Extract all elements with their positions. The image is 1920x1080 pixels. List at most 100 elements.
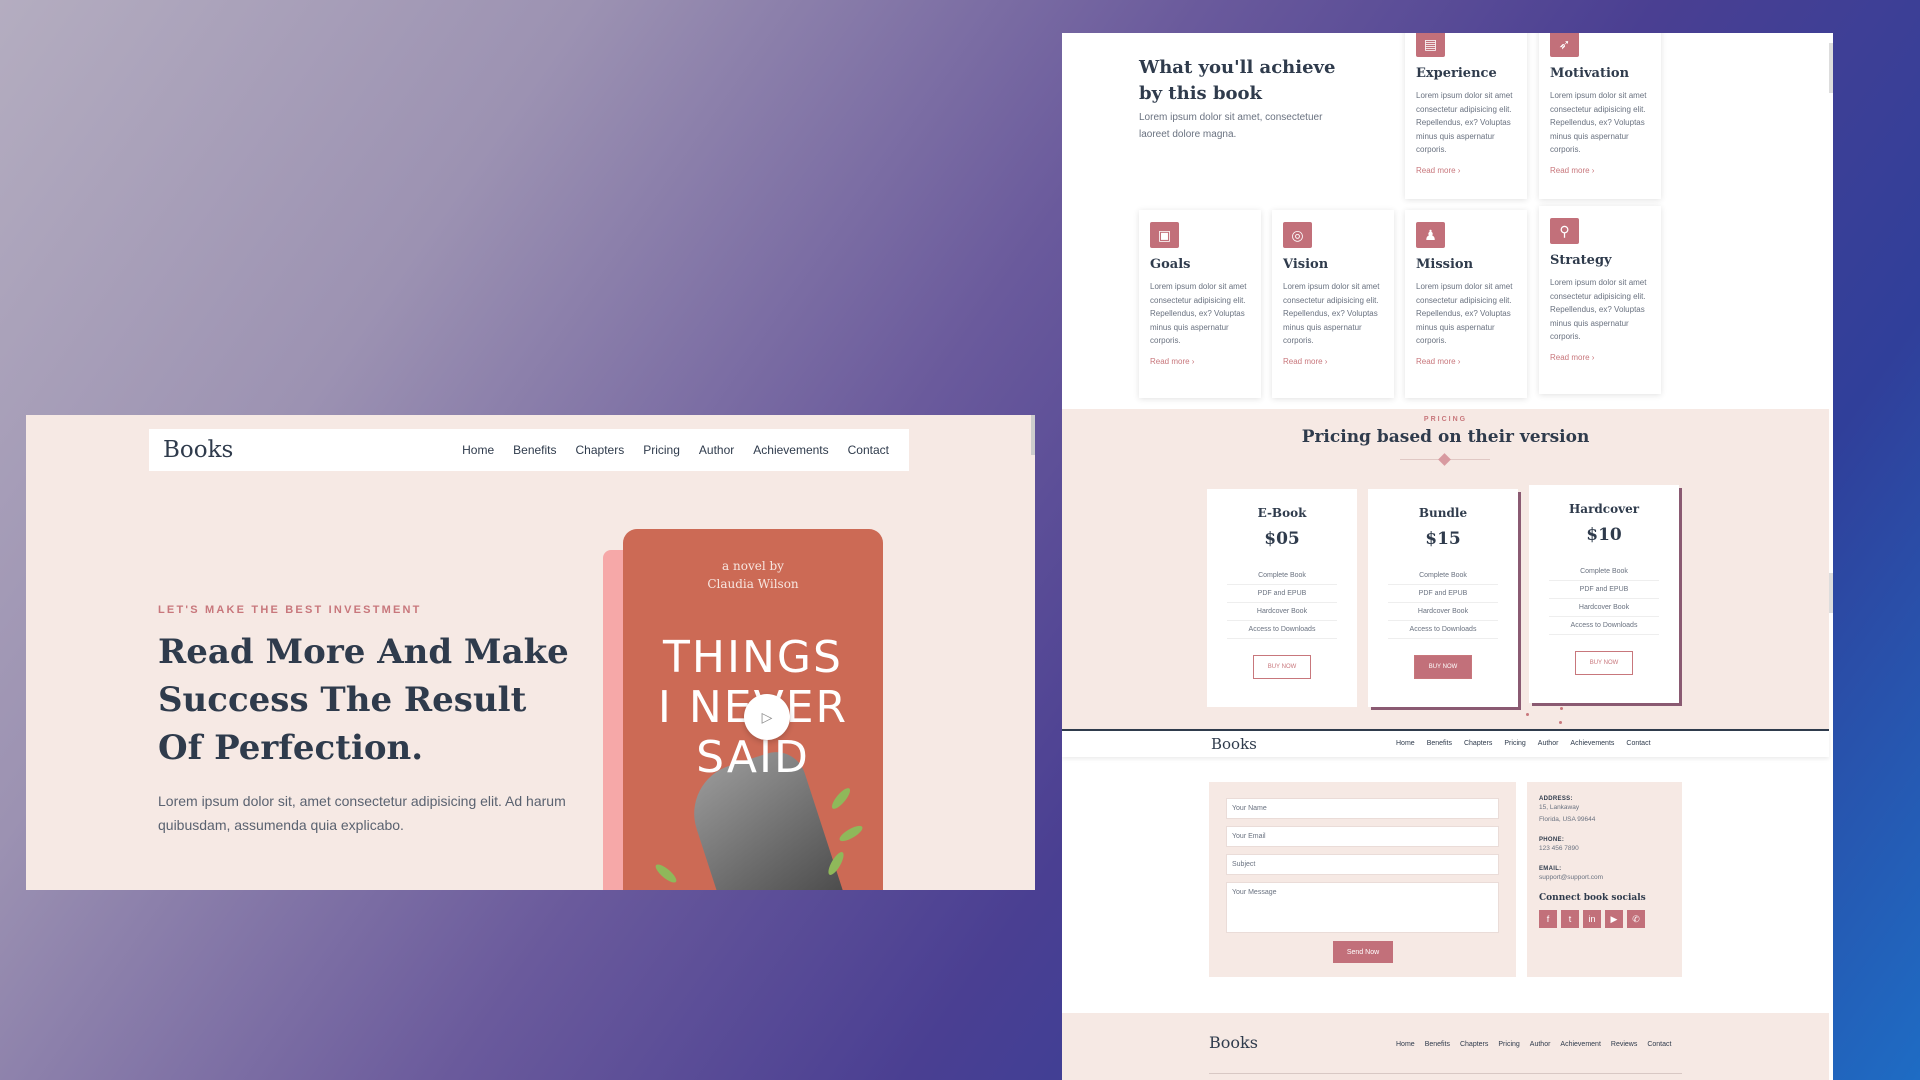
footer-link[interactable]: Benefits [1425, 1041, 1450, 1048]
feature-list: Complete Book PDF and EPUB Hardcover Boo… [1549, 563, 1659, 635]
leaf-illustration [829, 785, 853, 812]
nav-chapters[interactable]: Chapters [1464, 740, 1492, 747]
plan-ebook: E-Book $05 Complete Book PDF and EPUB Ha… [1207, 489, 1357, 707]
whatsapp-icon[interactable]: ✆ [1627, 910, 1645, 928]
feature-item: Hardcover Book [1549, 599, 1659, 617]
nav-achievements[interactable]: Achievements [753, 443, 828, 457]
address-line: Florida, USA 99644 [1539, 816, 1596, 823]
buy-now-button[interactable]: BUY NOW [1253, 655, 1311, 679]
card-title: Mission [1416, 257, 1474, 272]
feature-item: Complete Book [1549, 563, 1659, 581]
card-text: Lorem ipsum dolor sit amet consectetur a… [1416, 282, 1513, 345]
read-more-link[interactable]: Read more › [1550, 353, 1650, 362]
play-button[interactable]: ▷ [744, 694, 790, 740]
card-text: Lorem ipsum dolor sit amet consectetur a… [1150, 282, 1247, 345]
nav-pricing[interactable]: Pricing [1504, 740, 1525, 747]
feature-item: PDF and EPUB [1388, 585, 1498, 603]
feature-item: Access to Downloads [1388, 621, 1498, 639]
play-icon: ▷ [761, 708, 773, 725]
card-goals: ▣ Goals Lorem ipsum dolor sit amet conse… [1139, 210, 1261, 398]
linkedin-icon[interactable]: in [1583, 910, 1601, 928]
feature-item: Complete Book [1388, 567, 1498, 585]
card-title: Strategy [1550, 253, 1612, 268]
name-field[interactable]: Your Name [1226, 798, 1499, 819]
email-field[interactable]: Your Email [1226, 826, 1499, 847]
card-text: Lorem ipsum dolor sit amet consectetur a… [1550, 91, 1647, 154]
card-text: Lorem ipsum dolor sit amet consectetur a… [1283, 282, 1380, 345]
main-menu: Home Benefits Chapters Pricing Author Ac… [1396, 740, 1651, 747]
send-now-button[interactable]: Send Now [1333, 941, 1393, 963]
nav-contact[interactable]: Contact [1626, 740, 1650, 747]
nav-pricing[interactable]: Pricing [643, 443, 680, 457]
feature-item: Hardcover Book [1388, 603, 1498, 621]
footer-link[interactable]: Pricing [1498, 1041, 1519, 1048]
leaf-illustration [837, 823, 865, 844]
address-line: 15, Lankaway [1539, 804, 1580, 811]
facebook-icon[interactable]: f [1539, 910, 1557, 928]
plan-name: Hardcover [1568, 502, 1640, 516]
card-title: Goals [1150, 257, 1191, 272]
carousel-dot[interactable] [1526, 713, 1529, 716]
feature-list: Complete Book PDF and EPUB Hardcover Boo… [1227, 567, 1337, 639]
divider-ornament [1438, 453, 1451, 466]
message-field[interactable]: Your Message [1226, 882, 1499, 933]
contact-info: ADDRESS: 15, Lankaway Florida, USA 99644… [1527, 782, 1682, 977]
nav-chapters[interactable]: Chapters [576, 443, 625, 457]
scrollbar[interactable] [1829, 573, 1833, 613]
twitter-icon[interactable]: t [1561, 910, 1579, 928]
scrollbar[interactable] [1031, 415, 1035, 455]
book-title-line: THINGS [663, 632, 843, 683]
contact-form: Your Name Your Email Subject Your Messag… [1209, 782, 1516, 977]
hero-headline: Read More And Make Success The Result Of… [158, 632, 569, 768]
page-preview-panel: What you'll achieve by this book Lorem i… [1062, 33, 1833, 1080]
pricing-title: Pricing based on their version [1301, 427, 1590, 447]
footer-link[interactable]: Chapters [1460, 1041, 1488, 1048]
nav-contact[interactable]: Contact [848, 443, 889, 457]
brand-logo[interactable]: Books [1211, 735, 1257, 753]
nav-benefits[interactable]: Benefits [1427, 740, 1452, 747]
brand-logo[interactable]: Books [163, 437, 233, 463]
card-title: Vision [1283, 257, 1329, 272]
read-more-link[interactable]: Read more › [1283, 357, 1383, 366]
footer-menu: Home Benefits Chapters Pricing Author Ac… [1396, 1041, 1671, 1048]
footer-link[interactable]: Author [1530, 1041, 1551, 1048]
plan-bundle: Bundle $15 Complete Book PDF and EPUB Ha… [1368, 489, 1518, 707]
book-byline-text: a novel by [722, 559, 784, 573]
pricing-section: PRICING Pricing based on their version E… [1062, 409, 1829, 729]
youtube-icon[interactable]: ▶ [1605, 910, 1623, 928]
feature-item: PDF and EPUB [1549, 581, 1659, 599]
buy-now-button[interactable]: BUY NOW [1414, 655, 1472, 679]
nav-home[interactable]: Home [462, 443, 494, 457]
read-more-link[interactable]: Read more › [1416, 166, 1516, 175]
carousel-dot[interactable] [1560, 707, 1563, 710]
carousel-dot[interactable] [1559, 721, 1562, 724]
nav-author[interactable]: Author [1538, 740, 1559, 747]
address-value: 15, Lankaway Florida, USA 99644 [1539, 802, 1670, 826]
footer-brand[interactable]: Books [1209, 1033, 1258, 1052]
read-more-link[interactable]: Read more › [1416, 357, 1516, 366]
read-more-link[interactable]: Read more › [1150, 357, 1250, 366]
card-strategy: ⚲ Strategy Lorem ipsum dolor sit amet co… [1539, 206, 1661, 394]
buy-now-button[interactable]: BUY NOW [1575, 651, 1633, 675]
subject-field[interactable]: Subject [1226, 854, 1499, 875]
card-vision: ◎ Vision Lorem ipsum dolor sit amet cons… [1272, 210, 1394, 398]
nav-home[interactable]: Home [1396, 740, 1415, 747]
footer: Books Home Benefits Chapters Pricing Aut… [1062, 1013, 1829, 1080]
card-title: Motivation [1550, 66, 1630, 81]
footer-link[interactable]: Contact [1647, 1041, 1671, 1048]
footer-link[interactable]: Home [1396, 1041, 1415, 1048]
socials-title: Connect book socials [1539, 893, 1646, 903]
plan-hardcover: Hardcover $10 Complete Book PDF and EPUB… [1529, 485, 1679, 703]
strategy-icon: ⚲ [1550, 218, 1579, 244]
email-value[interactable]: support@support.com [1539, 872, 1670, 884]
scrollbar[interactable] [1829, 43, 1833, 93]
card-text: Lorem ipsum dolor sit amet consectetur a… [1416, 91, 1513, 154]
sticky-navbar: Books Home Benefits Chapters Pricing Aut… [1062, 729, 1829, 757]
read-more-link[interactable]: Read more › [1550, 166, 1650, 175]
footer-link[interactable]: Achievement [1560, 1041, 1600, 1048]
nav-achievements[interactable]: Achievements [1570, 740, 1614, 747]
nav-author[interactable]: Author [699, 443, 734, 457]
nav-benefits[interactable]: Benefits [513, 443, 556, 457]
footer-link[interactable]: Reviews [1611, 1041, 1637, 1048]
achievements-title: What you'll achieve by this book [1139, 57, 1336, 104]
